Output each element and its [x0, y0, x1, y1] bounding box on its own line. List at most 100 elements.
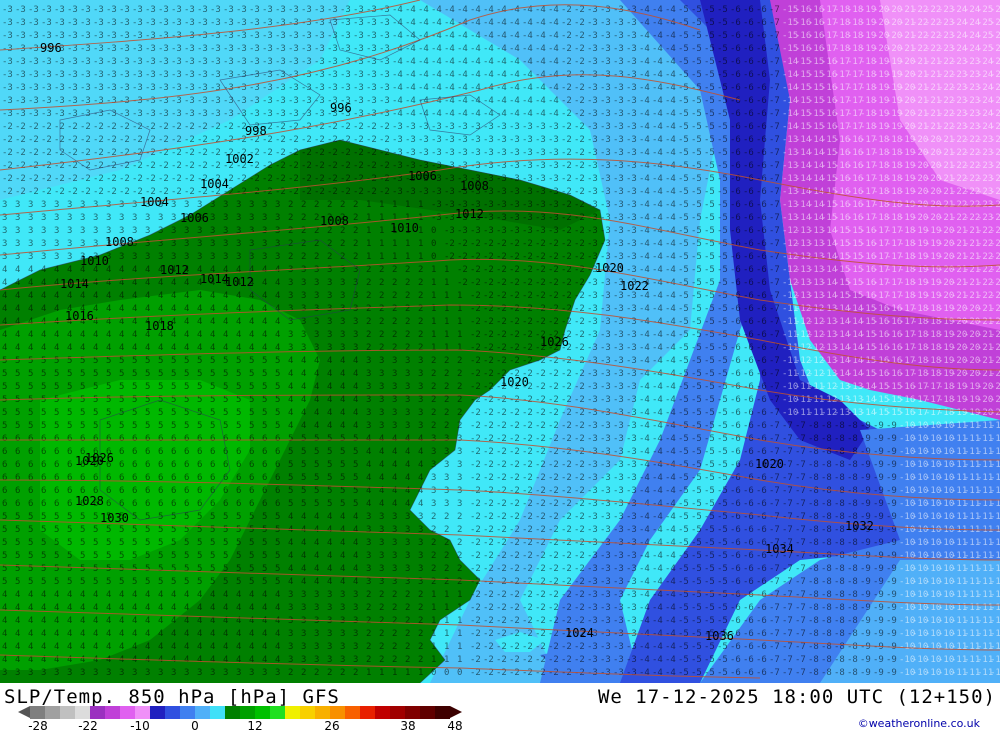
svg-text:5: 5	[67, 564, 72, 574]
svg-text:5: 5	[210, 564, 215, 574]
svg-text:-3: -3	[67, 96, 78, 106]
svg-text:4: 4	[106, 343, 111, 353]
svg-text:-5: -5	[717, 148, 728, 158]
svg-text:-3: -3	[184, 96, 195, 106]
isobar-label: 1032	[845, 519, 874, 533]
svg-text:-3: -3	[327, 5, 338, 15]
svg-text:4: 4	[340, 551, 345, 561]
svg-text:3: 3	[327, 317, 332, 327]
svg-text:4: 4	[119, 629, 124, 639]
svg-text:2: 2	[405, 291, 410, 301]
svg-text:-3: -3	[509, 200, 520, 210]
svg-text:-21: -21	[990, 382, 1000, 392]
svg-text:-3: -3	[288, 57, 299, 67]
colorbar-tick-label: 12	[247, 719, 263, 733]
svg-text:2: 2	[418, 317, 423, 327]
svg-text:2: 2	[418, 590, 423, 600]
svg-text:-2: -2	[548, 382, 559, 392]
svg-text:-2: -2	[535, 551, 546, 561]
svg-text:-4: -4	[665, 330, 676, 340]
colorbar-swatch	[75, 706, 90, 719]
svg-text:-3: -3	[119, 5, 130, 15]
svg-text:-3: -3	[2, 109, 13, 119]
svg-text:4: 4	[132, 616, 137, 626]
svg-text:-5: -5	[678, 83, 689, 93]
svg-text:-3: -3	[626, 369, 637, 379]
colorbar-swatch	[375, 706, 390, 719]
svg-text:4: 4	[132, 291, 137, 301]
svg-text:-2: -2	[483, 447, 494, 457]
svg-text:-3: -3	[587, 356, 598, 366]
svg-text:4: 4	[210, 291, 215, 301]
svg-text:3: 3	[418, 395, 423, 405]
svg-text:5: 5	[327, 460, 332, 470]
svg-text:-3: -3	[41, 5, 52, 15]
svg-text:-3: -3	[236, 5, 247, 15]
svg-text:-2: -2	[509, 265, 520, 275]
svg-text:-4: -4	[639, 473, 650, 483]
svg-text:6: 6	[132, 460, 137, 470]
svg-text:2: 2	[457, 525, 462, 535]
svg-text:-2: -2	[574, 616, 585, 626]
svg-text:-25: -25	[990, 122, 1000, 132]
svg-text:1: 1	[392, 252, 397, 262]
svg-text:4: 4	[184, 616, 189, 626]
svg-text:-7: -7	[782, 564, 793, 574]
svg-text:3: 3	[314, 616, 319, 626]
svg-text:-4: -4	[496, 18, 507, 28]
svg-text:5: 5	[93, 551, 98, 561]
svg-text:-2: -2	[535, 629, 546, 639]
svg-text:-2: -2	[574, 603, 585, 613]
svg-text:-6: -6	[756, 512, 767, 522]
svg-text:-6: -6	[730, 148, 741, 158]
credit-link[interactable]: ©weatheronline.co.uk	[858, 717, 980, 730]
svg-text:-4: -4	[457, 57, 468, 67]
svg-text:4: 4	[67, 590, 72, 600]
svg-text:3: 3	[184, 226, 189, 236]
svg-text:-4: -4	[652, 395, 663, 405]
svg-text:3: 3	[288, 603, 293, 613]
svg-text:-2: -2	[158, 161, 169, 171]
svg-text:3: 3	[262, 213, 267, 223]
svg-text:3: 3	[353, 642, 358, 652]
svg-text:2: 2	[353, 668, 358, 678]
svg-text:5: 5	[275, 421, 280, 431]
svg-text:-6: -6	[730, 226, 741, 236]
svg-text:-4: -4	[665, 5, 676, 15]
svg-text:1: 1	[431, 278, 436, 288]
svg-text:3: 3	[353, 655, 358, 665]
svg-text:-6: -6	[730, 525, 741, 535]
svg-text:4: 4	[353, 382, 358, 392]
svg-text:-4: -4	[652, 187, 663, 197]
svg-text:3: 3	[392, 421, 397, 431]
svg-text:-3: -3	[262, 96, 273, 106]
svg-text:5: 5	[54, 408, 59, 418]
svg-text:-2: -2	[496, 278, 507, 288]
svg-text:-3: -3	[132, 44, 143, 54]
svg-text:-3: -3	[600, 109, 611, 119]
svg-text:3: 3	[210, 252, 215, 262]
svg-text:6: 6	[210, 434, 215, 444]
svg-text:-3: -3	[210, 109, 221, 119]
svg-text:-6: -6	[743, 668, 754, 678]
svg-text:-3: -3	[314, 44, 325, 54]
svg-text:-5: -5	[717, 655, 728, 665]
colorbar-swatch	[285, 706, 300, 719]
svg-text:-7: -7	[769, 395, 780, 405]
svg-text:-3: -3	[249, 57, 260, 67]
svg-text:5: 5	[67, 421, 72, 431]
svg-text:-3: -3	[275, 18, 286, 28]
svg-text:-2: -2	[496, 421, 507, 431]
svg-text:-3: -3	[340, 18, 351, 28]
svg-text:-4: -4	[665, 148, 676, 158]
svg-text:-3: -3	[626, 148, 637, 158]
svg-text:-4: -4	[535, 96, 546, 106]
svg-text:2: 2	[457, 382, 462, 392]
svg-text:-4: -4	[509, 109, 520, 119]
colorbar-tick-label: 0	[191, 719, 199, 733]
svg-text:-2: -2	[496, 655, 507, 665]
svg-text:-3: -3	[626, 109, 637, 119]
svg-text:3: 3	[353, 629, 358, 639]
svg-text:-2: -2	[496, 538, 507, 548]
svg-text:-9: -9	[860, 421, 871, 431]
